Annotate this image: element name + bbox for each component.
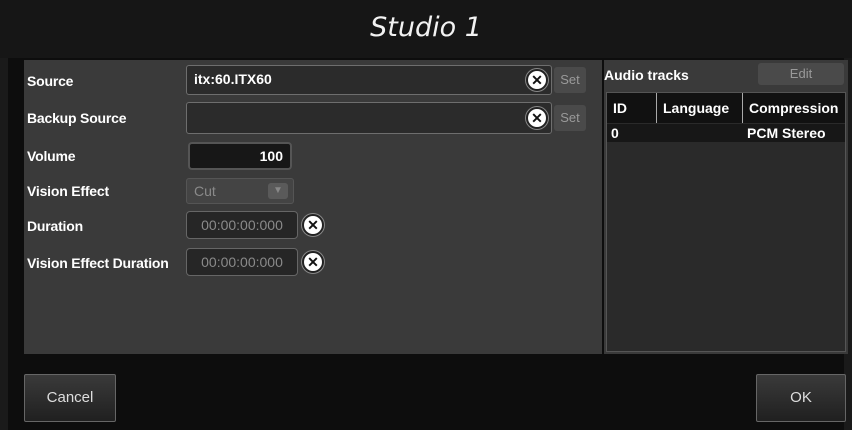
dialog-title: Studio 1 [370, 12, 482, 43]
audio-tracks-edit-button[interactable]: Edit [758, 63, 844, 85]
row-compression: PCM Stereo [747, 125, 826, 141]
vision-effect-select[interactable]: Cut ▼ [186, 178, 294, 204]
audio-tracks-table: ID Language Compression 0 PCM Stereo [606, 92, 846, 352]
vision-effect-value: Cut [194, 183, 216, 199]
backup-source-label: Backup Source [27, 110, 127, 126]
duration-clear-icon[interactable]: ✕ [302, 214, 324, 236]
row-id: 0 [611, 125, 619, 141]
volume-label: Volume [27, 148, 76, 164]
source-label: Source [27, 73, 74, 89]
dialog-window: Studio 1 Source itx:60.ITX60 ✕ Set Backu… [0, 0, 852, 430]
table-row[interactable]: 0 PCM Stereo [607, 124, 845, 142]
vision-effect-duration-input[interactable]: 00:00:00:000 [186, 248, 298, 276]
source-clear-icon[interactable]: ✕ [526, 69, 548, 91]
column-header-compression[interactable]: Compression [743, 93, 845, 123]
backup-source-input[interactable] [186, 102, 552, 134]
title-bar: Studio 1 [0, 0, 852, 58]
ok-button[interactable]: OK [756, 374, 846, 422]
source-set-button[interactable]: Set [554, 67, 586, 93]
column-header-id[interactable]: ID [607, 93, 657, 123]
backup-source-set-button[interactable]: Set [554, 105, 586, 131]
vision-effect-duration-label: Vision Effect Duration [27, 255, 169, 271]
backup-source-clear-icon[interactable]: ✕ [526, 107, 548, 129]
vision-effect-duration-clear-icon[interactable]: ✕ [302, 251, 324, 273]
audio-tracks-title: Audio tracks [604, 67, 689, 83]
chevron-down-icon: ▼ [268, 183, 288, 199]
source-input[interactable]: itx:60.ITX60 [186, 65, 552, 95]
column-header-language[interactable]: Language [657, 93, 743, 123]
source-value: itx:60.ITX60 [194, 71, 272, 87]
duration-label: Duration [27, 218, 83, 234]
duration-input[interactable]: 00:00:00:000 [186, 211, 298, 239]
vision-effect-label: Vision Effect [27, 183, 109, 199]
volume-input[interactable]: 100 [188, 142, 292, 170]
cancel-button[interactable]: Cancel [24, 374, 116, 422]
